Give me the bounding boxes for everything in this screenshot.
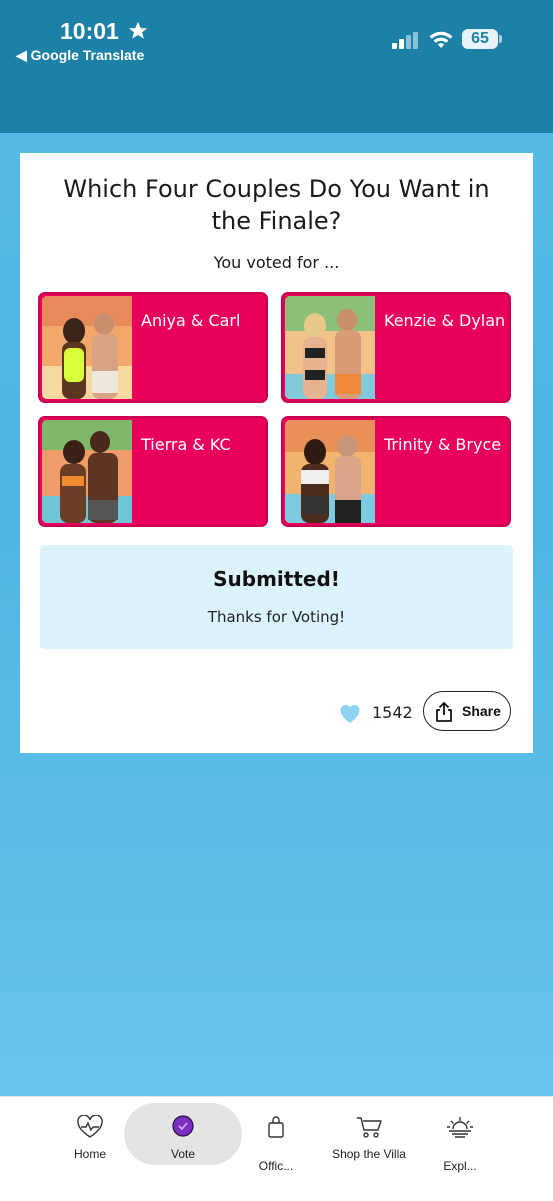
status-bar: 10:01 ◀ Google Translate 65 [0, 0, 553, 133]
submitted-message: Thanks for Voting! [207, 608, 346, 626]
couple-photo [285, 296, 375, 399]
heart-icon[interactable] [338, 702, 362, 724]
battery-indicator: 65 [462, 29, 498, 49]
shopping-bag-icon [268, 1116, 284, 1138]
submitted-panel: Submitted! Thanks for Voting! [40, 545, 513, 649]
couple-card-trinity-bryce: Trinity & Bryce [281, 416, 511, 527]
couple-card-aniya-carl: Aniya & Carl [38, 292, 268, 403]
clock: 10:01 [60, 18, 119, 44]
vote-check-icon [172, 1115, 194, 1137]
back-to-app-link[interactable]: ◀ Google Translate [16, 47, 144, 64]
share-icon [436, 702, 452, 722]
couple-name: Tierra & KC [141, 435, 231, 454]
tab-label: Vote [170, 1147, 196, 1161]
tab-shop-the-villa[interactable]: Shop the Villa [322, 1097, 416, 1197]
tab-label: Offic... [258, 1159, 294, 1173]
couple-name: Trinity & Bryce [384, 435, 502, 454]
tab-official[interactable]: Offic... [236, 1097, 316, 1197]
poll-subtitle: You voted for ... [213, 253, 340, 272]
tab-explore[interactable]: Expl... [420, 1097, 500, 1197]
tab-label: Home [73, 1147, 106, 1161]
share-label: Share [462, 703, 501, 719]
poll-card: Which Four Couples Do You Want in the Fi… [20, 153, 533, 753]
share-button[interactable]: Share [423, 691, 511, 731]
heartbeat-icon [77, 1115, 103, 1138]
tab-label: Shop the Villa [332, 1147, 406, 1161]
poll-title: Which Four Couples Do You Want in the Fi… [63, 175, 490, 235]
couple-name: Kenzie & Dylan [384, 311, 506, 330]
tab-vote[interactable]: Vote [143, 1097, 223, 1197]
like-count: 1542 [372, 703, 413, 722]
couple-card-kenzie-dylan: Kenzie & Dylan [281, 292, 511, 403]
couple-photo [285, 420, 375, 523]
star-icon [128, 21, 148, 39]
tab-home[interactable]: Home [50, 1097, 130, 1197]
wifi-icon [429, 31, 453, 48]
couple-card-tierra-kc: Tierra & KC [38, 416, 268, 527]
tab-label: Expl... [443, 1159, 477, 1173]
couple-photo [42, 420, 132, 523]
battery-tip [499, 35, 502, 43]
sunset-icon [447, 1117, 473, 1138]
bottom-tab-bar: Home Vote Offic... Shop the Villa Expl..… [0, 1096, 553, 1201]
cart-icon [357, 1117, 382, 1138]
couple-name: Aniya & Carl [141, 311, 241, 330]
submitted-title: Submitted! [213, 567, 340, 591]
cellular-signal-icon [392, 32, 418, 49]
couple-photo [42, 296, 132, 399]
